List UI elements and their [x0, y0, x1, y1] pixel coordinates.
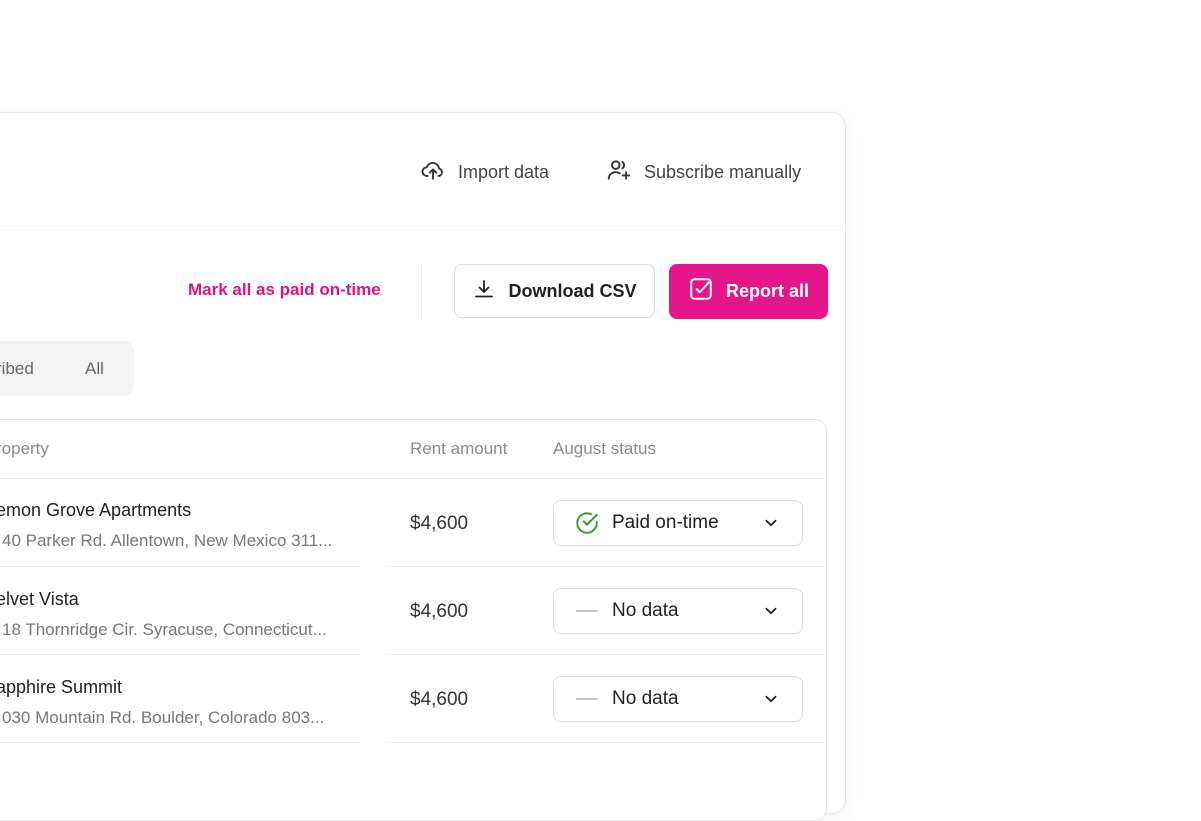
- row-separator: [0, 654, 360, 655]
- download-icon: [472, 277, 496, 306]
- report-all-button[interactable]: Report all: [669, 264, 828, 319]
- chevron-down-icon: [762, 602, 780, 620]
- status-label: No data: [612, 688, 679, 709]
- import-data-label: Import data: [458, 161, 550, 182]
- subscribe-manually-button[interactable]: Subscribe manually: [606, 158, 801, 186]
- download-csv-button[interactable]: Download CSV: [454, 264, 655, 318]
- row-separator: [388, 566, 825, 567]
- property-address: 40 Parker Rd. Allentown, New Mexico 311.…: [2, 531, 333, 550]
- column-header-rent: Rent amount: [410, 439, 508, 458]
- property-name: emon Grove Apartments: [0, 500, 192, 520]
- property-name: apphire Summit: [0, 677, 123, 697]
- download-csv-label: Download CSV: [508, 280, 637, 301]
- status-label: No data: [612, 600, 679, 621]
- status-dropdown[interactable]: Paid on-time: [553, 500, 803, 546]
- header-separator: [0, 478, 825, 479]
- rent-amount: $4,600: [410, 601, 469, 622]
- rent-amount: $4,600: [410, 689, 469, 710]
- property-address: 030 Mountain Rd. Boulder, Colorado 803..…: [2, 708, 325, 727]
- check-circle-icon: [574, 510, 600, 536]
- toolbar-divider: [421, 264, 422, 320]
- tab-all[interactable]: All: [85, 359, 104, 379]
- subscribe-manually-label: Subscribe manually: [644, 161, 802, 182]
- header-divider: [0, 230, 843, 231]
- status-dropdown[interactable]: No data: [553, 588, 803, 634]
- cloud-upload-icon: [420, 157, 458, 188]
- row-separator: [388, 742, 825, 743]
- column-header-property: roperty: [0, 439, 49, 458]
- rent-amount: $4,600: [410, 513, 469, 534]
- status-dropdown[interactable]: No data: [553, 676, 803, 722]
- chevron-down-icon: [762, 690, 780, 708]
- status-label: Paid on-time: [612, 512, 719, 533]
- row-separator: [0, 566, 360, 567]
- property-address: 18 Thornridge Cir. Syracuse, Connecticut…: [2, 620, 327, 639]
- dash-icon: [574, 598, 600, 624]
- chevron-down-icon: [762, 514, 780, 532]
- mark-all-paid-link[interactable]: Mark all as paid on-time: [188, 280, 381, 300]
- column-header-status: August status: [553, 439, 657, 458]
- property-name: elvet Vista: [0, 589, 79, 609]
- import-data-button[interactable]: Import data: [420, 158, 549, 186]
- row-separator: [388, 654, 825, 655]
- user-plus-icon: [606, 157, 644, 188]
- checkbox-icon: [688, 276, 714, 307]
- row-separator: [0, 742, 360, 743]
- dash-icon: [574, 686, 600, 712]
- report-all-label: Report all: [725, 281, 809, 301]
- tab-subscribed[interactable]: ribed: [0, 359, 34, 379]
